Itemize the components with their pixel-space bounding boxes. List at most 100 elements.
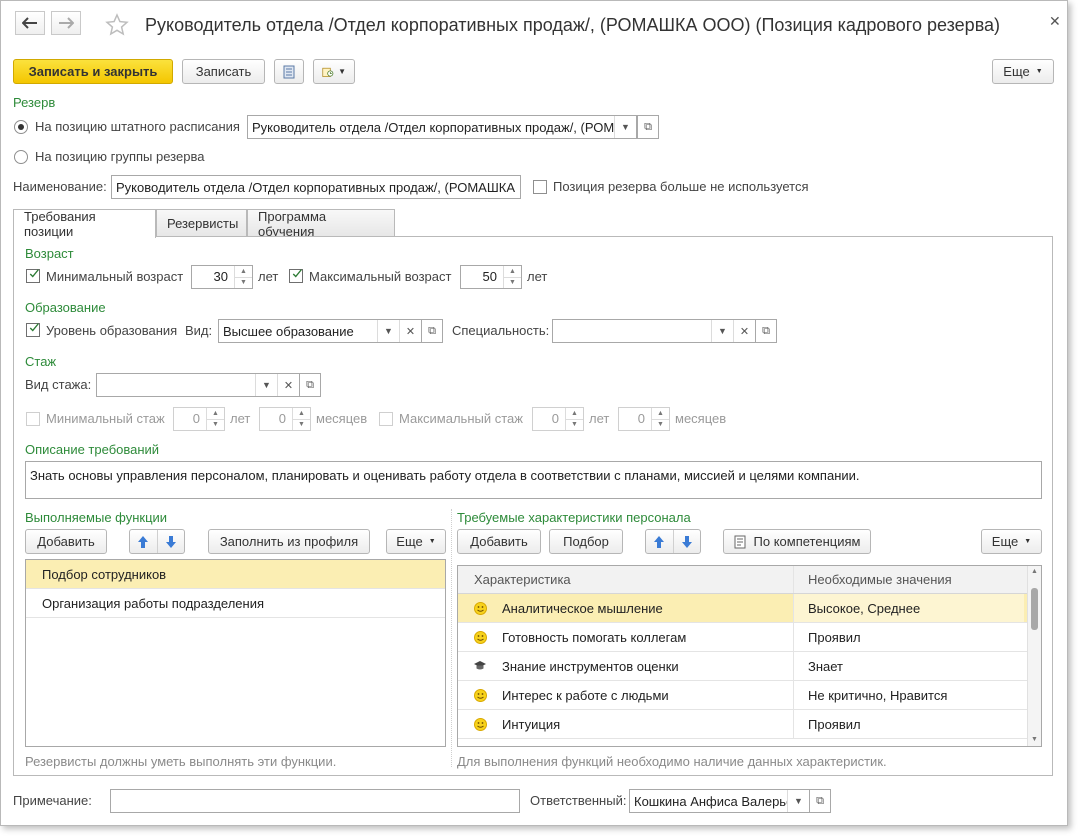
staff-position-radio[interactable]	[14, 120, 28, 134]
tab-requirements[interactable]: Требования позиции	[13, 209, 156, 239]
max-experience-months-stepper[interactable]: 0 ▲ ▼	[618, 407, 670, 431]
min-age-checkbox[interactable]	[26, 269, 40, 283]
chevron-down-icon: ▼	[428, 538, 436, 545]
characteristics-more-button[interactable]: Еще ▼	[981, 529, 1042, 554]
table-row[interactable]: Интерес к работе с людьми Не критично, Н…	[458, 681, 1041, 710]
pick-button[interactable]: Подбор	[549, 529, 623, 554]
caret-down-icon[interactable]: ▼	[235, 278, 252, 289]
min-experience-months-unit: месяцев	[316, 411, 368, 426]
save-button[interactable]: Записать	[182, 59, 265, 84]
document-list-button[interactable]	[274, 59, 304, 84]
clear-icon[interactable]: ✕	[277, 374, 299, 396]
back-button[interactable]	[15, 11, 45, 35]
unused-checkbox[interactable]	[533, 180, 547, 194]
open-icon[interactable]: ⧉	[755, 319, 777, 343]
tab-training[interactable]: Программа обучения	[247, 209, 395, 239]
caret-down-icon[interactable]: ▼	[566, 420, 583, 431]
caret-down-icon[interactable]: ▼	[293, 420, 310, 431]
experience-kind-field[interactable]: ▼ ✕	[96, 373, 300, 397]
min-age-label: Минимальный возраст	[46, 269, 184, 284]
functions-list: Подбор сотрудников Организация работы по…	[25, 559, 446, 747]
caret-up-icon[interactable]: ▲	[566, 408, 583, 420]
chevron-down-icon[interactable]: ▼	[255, 374, 277, 396]
add-function-button[interactable]: Добавить	[25, 529, 107, 554]
caret-up-icon[interactable]: ▲	[293, 408, 310, 420]
document-window: Руководитель отдела /Отдел корпоративных…	[0, 0, 1068, 826]
checkmark-icon	[292, 269, 302, 278]
list-item[interactable]: Организация работы подразделения	[26, 589, 445, 618]
name-input[interactable]: Руководитель отдела /Отдел корпоративных…	[111, 175, 521, 199]
by-competencies-label: По компетенциям	[753, 534, 861, 549]
open-icon[interactable]: ⧉	[637, 115, 659, 139]
arrow-up-icon[interactable]	[646, 530, 674, 553]
caret-up-icon[interactable]: ▲	[504, 266, 521, 278]
reserve-group-radio[interactable]	[14, 150, 28, 164]
add-characteristic-button[interactable]: Добавить	[457, 529, 541, 554]
tab-reservists[interactable]: Резервисты	[156, 209, 247, 237]
max-experience-checkbox[interactable]	[379, 412, 393, 426]
description-textarea[interactable]: Знать основы управления персоналом, план…	[25, 461, 1042, 499]
table-row[interactable]: Знание инструментов оценки Знает	[458, 652, 1041, 681]
characteristic-name: Готовность помогать коллегам	[502, 629, 687, 645]
note-input[interactable]	[110, 789, 520, 813]
chevron-down-icon[interactable]: ▼	[711, 320, 733, 342]
caret-down-icon[interactable]: ▼	[1031, 736, 1038, 743]
functions-more-button[interactable]: Еще ▼	[386, 529, 446, 554]
chevron-down-icon[interactable]: ▼	[614, 116, 636, 138]
clear-icon[interactable]: ✕	[733, 320, 755, 342]
open-icon[interactable]: ⧉	[299, 373, 321, 397]
save-and-close-button[interactable]: Записать и закрыть	[13, 59, 173, 84]
list-item[interactable]: Подбор сотрудников	[26, 560, 445, 589]
min-experience-checkbox[interactable]	[26, 412, 40, 426]
responsible-value: Кошкина Анфиса Валерье	[634, 793, 787, 809]
table-row[interactable]: Аналитическое мышление Высокое, Среднее	[458, 594, 1041, 623]
favorite-star-icon[interactable]	[105, 13, 129, 40]
caret-up-icon[interactable]: ▲	[207, 408, 224, 420]
min-experience-months-stepper[interactable]: 0 ▲ ▼	[259, 407, 311, 431]
reserve-section-title: Резерв	[13, 95, 56, 110]
arrow-down-icon[interactable]	[674, 530, 701, 553]
fill-from-profile-button[interactable]: Заполнить из профиля	[208, 529, 370, 554]
arrow-down-icon[interactable]	[158, 530, 185, 553]
education-level-label: Уровень образования	[46, 323, 178, 338]
functions-hint: Резервисты должны уметь выполнять эти фу…	[25, 754, 337, 769]
max-experience-years-stepper[interactable]: 0 ▲ ▼	[532, 407, 584, 431]
forward-button[interactable]	[51, 11, 81, 35]
scrollbar-thumb[interactable]	[1031, 588, 1038, 630]
chevron-down-icon[interactable]: ▼	[787, 790, 809, 812]
caret-down-icon[interactable]: ▼	[207, 420, 224, 431]
caret-down-icon[interactable]: ▼	[504, 278, 521, 289]
caret-up-icon[interactable]: ▲	[235, 266, 252, 278]
more-button[interactable]: Еще ▼	[992, 59, 1054, 84]
column-header-characteristic[interactable]: Характеристика	[458, 566, 794, 593]
max-age-stepper[interactable]: 50 ▲ ▼	[460, 265, 522, 289]
report-menu-button[interactable]: ▼	[313, 59, 355, 84]
column-header-values[interactable]: Необходимые значения	[794, 566, 1024, 593]
min-age-stepper[interactable]: 30 ▲ ▼	[191, 265, 253, 289]
max-age-checkbox[interactable]	[289, 269, 303, 283]
arrow-up-icon[interactable]	[130, 530, 158, 553]
open-icon[interactable]: ⧉	[421, 319, 443, 343]
education-kind-field[interactable]: Высшее образование ▼ ✕	[218, 319, 422, 343]
education-level-checkbox[interactable]	[26, 323, 40, 337]
caret-up-icon[interactable]: ▲	[652, 408, 669, 420]
staff-position-field[interactable]: Руководитель отдела /Отдел корпоративных…	[247, 115, 637, 139]
chevron-down-icon[interactable]: ▼	[377, 320, 399, 342]
min-experience-years-stepper[interactable]: 0 ▲ ▼	[173, 407, 225, 431]
smiley-icon	[472, 630, 488, 644]
table-row[interactable]: Интуиция Проявил	[458, 710, 1041, 739]
by-competencies-button[interactable]: По компетенциям	[723, 529, 871, 554]
clear-icon[interactable]: ✕	[399, 320, 421, 342]
responsible-field[interactable]: Кошкина Анфиса Валерье ▼	[629, 789, 810, 813]
specialty-field[interactable]: ▼ ✕	[552, 319, 756, 343]
close-icon[interactable]: ✕	[1049, 13, 1061, 30]
caret-up-icon[interactable]: ▲	[1031, 568, 1038, 575]
vertical-scrollbar[interactable]: ▲ ▼	[1027, 566, 1041, 746]
characteristic-name: Интуиция	[502, 716, 561, 732]
caret-down-icon[interactable]: ▼	[652, 420, 669, 431]
table-row[interactable]: Готовность помогать коллегам Проявил	[458, 623, 1041, 652]
max-experience-months-value: 0	[637, 411, 645, 426]
max-experience-years-unit: лет	[589, 411, 610, 426]
open-icon[interactable]: ⧉	[809, 789, 831, 813]
characteristics-more-label: Еще	[991, 534, 1019, 549]
